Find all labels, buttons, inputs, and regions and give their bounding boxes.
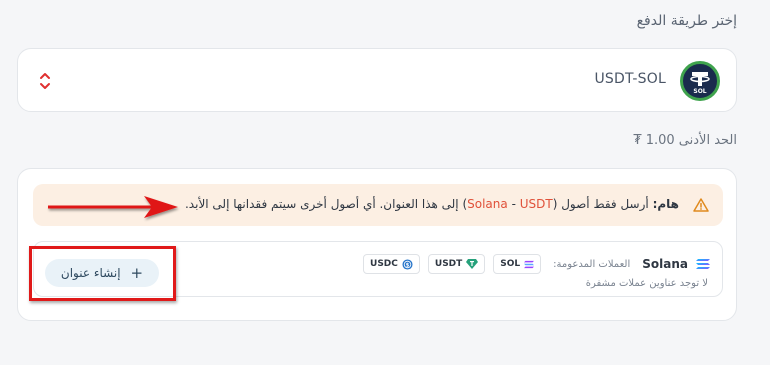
tether-gem-icon: [466, 259, 479, 269]
warning-part2: ) إلى هذا العنوان. أي أصول أخرى سيتم فقد…: [184, 197, 468, 211]
coin-badge-label: USDT: [434, 259, 463, 269]
annotation-highlight-box: [29, 246, 176, 301]
chevron-updown-icon: [38, 69, 52, 93]
coin-badge-label: USDC: [370, 259, 398, 269]
coin-logo-text: SOL: [693, 88, 706, 95]
svg-text:$: $: [406, 262, 410, 268]
network-name: Solana: [642, 257, 688, 271]
selected-payment-method: USDT-SOL: [594, 71, 666, 87]
solana-icon: [524, 260, 535, 268]
warning-part1: أرسل فقط أصول (: [552, 197, 649, 211]
network-row: Solana العملات المدعومة: SOL USDT USDC $: [363, 254, 710, 274]
coin-badge-label: SOL: [500, 259, 521, 269]
minimum-amount: الحد الأدنى 1.00 ₮: [633, 133, 737, 148]
coin-badge-usdc: USDC $: [363, 254, 420, 274]
warning-strong: هام:: [652, 197, 679, 211]
section-title: إختر طريقة الدفع: [636, 13, 737, 29]
no-addresses-text: لا توجد عناوين عملات مشفرة: [585, 278, 708, 289]
usdc-icon: $: [402, 258, 413, 270]
tether-icon: SOL: [680, 61, 720, 101]
annotation-arrow: [48, 196, 178, 218]
coin-badge-sol: SOL: [493, 254, 542, 274]
warning-coin: USDT: [519, 197, 553, 211]
payment-method-select[interactable]: SOL USDT-SOL: [17, 48, 737, 112]
warning-network: Solana: [467, 197, 508, 211]
solana-icon: [696, 259, 710, 269]
warning-triangle-icon: [693, 197, 709, 213]
supported-coins-label: العملات المدعومة:: [553, 258, 631, 270]
warning-dash: -: [507, 197, 520, 211]
warning-text: هام: أرسل فقط أصول ( Solana - USDT ) إلى ه…: [185, 197, 679, 211]
coin-badge-usdt: USDT: [427, 254, 486, 274]
